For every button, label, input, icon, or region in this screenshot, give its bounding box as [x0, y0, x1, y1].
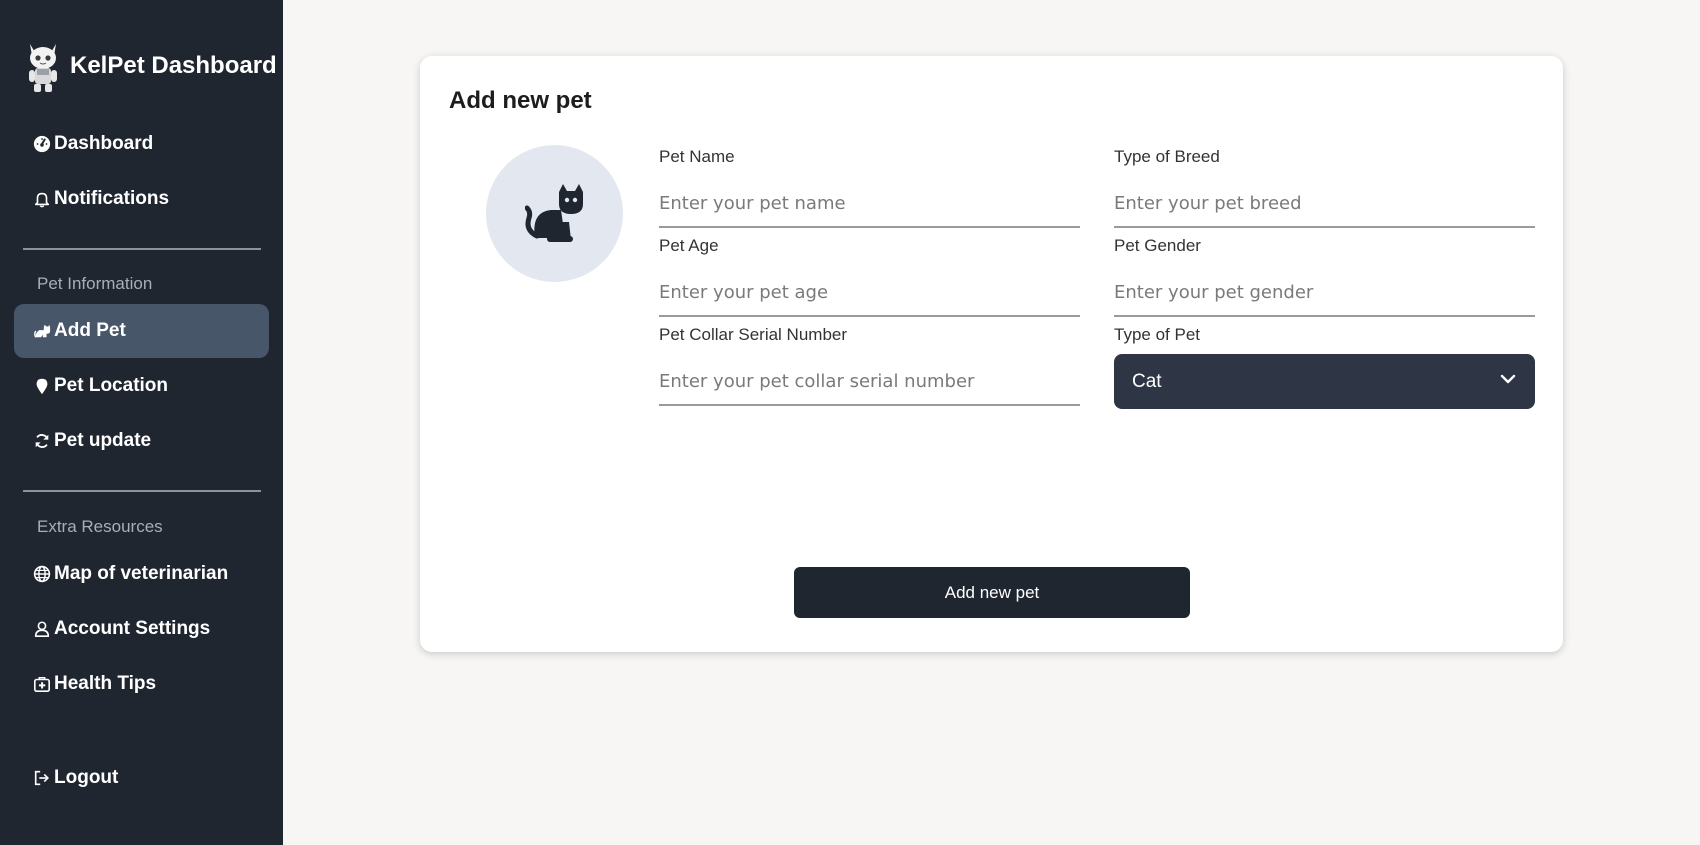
- sidebar-item-notifications[interactable]: Notifications: [14, 172, 269, 226]
- sidebar-item-pet-update[interactable]: Pet update: [14, 414, 269, 468]
- section-label-extra-resources: Extra Resources: [37, 517, 163, 536]
- refresh-icon: [32, 431, 52, 451]
- sidebar-divider: [23, 248, 261, 250]
- gender-input[interactable]: [1114, 269, 1535, 317]
- pet-name-label: Pet Name: [659, 147, 735, 166]
- sidebar-item-label: Pet Location: [54, 375, 169, 396]
- pet-age-field-group: Pet Age: [659, 235, 1080, 317]
- pet-name-input[interactable]: [659, 180, 1080, 228]
- sidebar-item-label: Logout: [54, 767, 119, 788]
- chevron-down-icon: [1499, 370, 1517, 393]
- pet-type-field-group: Type of Pet Cat: [1114, 324, 1535, 409]
- pet-type-label: Type of Pet: [1114, 325, 1200, 344]
- map-pin-icon: [32, 376, 52, 396]
- sidebar-item-label: Notifications: [54, 188, 170, 209]
- page-title: Add new pet: [449, 87, 592, 114]
- pet-collar-label: Pet Collar Serial Number: [659, 325, 848, 344]
- cat-icon: [32, 321, 52, 341]
- pet-type-select[interactable]: Cat: [1114, 354, 1535, 409]
- pet-type-selected-value: Cat: [1132, 370, 1162, 392]
- pet-age-label: Pet Age: [659, 236, 719, 255]
- breed-input[interactable]: [1114, 180, 1535, 228]
- sidebar-item-label: Dashboard: [54, 133, 154, 154]
- sidebar-item-logout[interactable]: Logout: [14, 751, 269, 805]
- sidebar-item-label: Add Pet: [54, 320, 126, 341]
- sidebar-item-pet-location[interactable]: Pet Location: [14, 359, 269, 413]
- pet-collar-input[interactable]: [659, 358, 1080, 406]
- cat-icon: [524, 183, 583, 242]
- brand[interactable]: KelPet Dashboard: [26, 38, 277, 94]
- add-new-pet-button[interactable]: Add new pet: [794, 567, 1190, 618]
- gender-field-group: Pet Gender: [1114, 235, 1535, 317]
- globe-icon: [32, 564, 52, 584]
- bell-icon: [32, 189, 52, 209]
- medkit-icon: [32, 674, 52, 694]
- logout-icon: [32, 768, 52, 788]
- user-icon: [32, 619, 52, 639]
- sidebar-item-add-pet[interactable]: Add Pet: [14, 304, 269, 358]
- sidebar-divider: [23, 490, 261, 492]
- breed-field-group: Type of Breed: [1114, 146, 1535, 228]
- cat-mascot-icon: [26, 38, 60, 94]
- sidebar-item-label: Account Settings: [54, 618, 211, 639]
- gauge-icon: [32, 134, 52, 154]
- sidebar-item-label: Map of veterinarian: [54, 563, 229, 584]
- gender-label: Pet Gender: [1114, 236, 1201, 255]
- sidebar: KelPet Dashboard Dashboard Notifications…: [0, 0, 283, 845]
- sidebar-item-map-of-veterinarian[interactable]: Map of veterinarian: [14, 547, 269, 601]
- sidebar-item-account-settings[interactable]: Account Settings: [14, 602, 269, 656]
- sidebar-item-label: Health Tips: [54, 673, 157, 694]
- pet-avatar[interactable]: [486, 145, 623, 282]
- pet-age-input[interactable]: [659, 269, 1080, 317]
- breed-label: Type of Breed: [1114, 147, 1220, 166]
- sidebar-item-health-tips[interactable]: Health Tips: [14, 657, 269, 711]
- brand-title: KelPet Dashboard: [70, 52, 277, 79]
- pet-collar-field-group: Pet Collar Serial Number: [659, 324, 1080, 406]
- sidebar-item-label: Pet update: [54, 430, 152, 451]
- add-pet-card: Add new pet Pet Name Enter your pet name…: [420, 56, 1563, 652]
- app-root: KelPet Dashboard Dashboard Notifications…: [0, 0, 1700, 845]
- section-label-pet-information: Pet Information: [37, 274, 153, 293]
- pet-name-field-group: Pet Name: [659, 146, 1080, 228]
- sidebar-item-dashboard[interactable]: Dashboard: [14, 117, 269, 171]
